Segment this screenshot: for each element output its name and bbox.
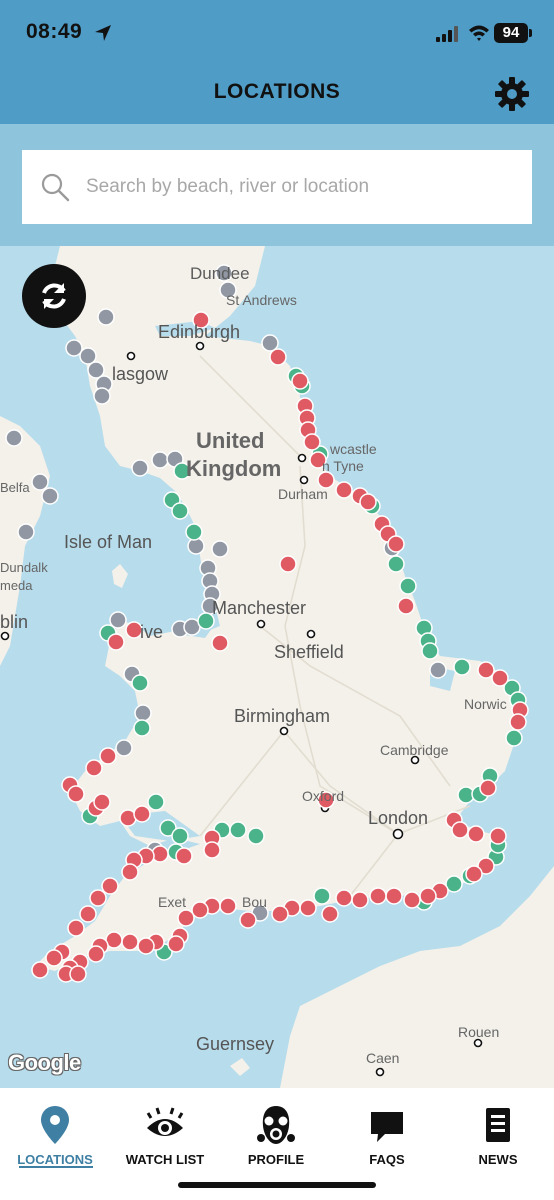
nav-label: FAQS <box>369 1152 405 1167</box>
label-sheffield: Sheffield <box>274 642 344 662</box>
wifi-icon <box>469 25 489 41</box>
battery-indicator: 94 <box>494 23 532 43</box>
label-guernsey: Guernsey <box>196 1034 275 1054</box>
nav-watch-list[interactable]: WATCH LIST <box>110 1088 220 1178</box>
gas-mask-icon <box>257 1106 295 1144</box>
nav-profile[interactable]: PROFILE <box>221 1088 331 1178</box>
search-input[interactable] <box>86 176 516 198</box>
signal-icon <box>436 26 458 42</box>
status-bar: 08:49 94 <box>0 0 554 60</box>
gear-icon[interactable] <box>494 76 530 112</box>
label-isle-of-man: Isle of Man <box>64 532 153 552</box>
label-united: United <box>196 428 265 453</box>
eye-icon <box>146 1107 184 1136</box>
page-title: LOCATIONS <box>213 80 341 103</box>
label-dundee: Dundee <box>190 264 250 283</box>
nav-label: PROFILE <box>247 1152 305 1167</box>
map-pin-icon <box>41 1106 69 1144</box>
label-norwich: Norwic <box>464 696 507 712</box>
label-st-andrews: St Andrews <box>226 292 297 308</box>
nav-locations[interactable]: LOCATIONS <box>0 1088 110 1178</box>
label-dundalk: Dundalk <box>0 560 48 575</box>
google-attribution: Google <box>8 1050 81 1075</box>
label-belfast: Belfa <box>0 480 30 495</box>
label-oxford: Oxford <box>302 788 345 804</box>
label-birmingham: Birmingham <box>234 706 331 726</box>
label-durham: Durham <box>278 486 328 502</box>
app-header: 08:49 94 LOCATIONS <box>0 0 554 124</box>
label-exeter: Exet <box>158 894 187 910</box>
nav-label: LOCATIONS <box>17 1152 93 1167</box>
nav-label: NEWS <box>478 1152 518 1167</box>
label-edinburgh: Edinburgh <box>158 322 241 342</box>
refresh-icon <box>42 283 66 309</box>
label-glasgow: lasgow <box>112 364 169 384</box>
label-bournemouth: Bou <box>242 894 267 910</box>
label-meda: meda <box>0 578 33 593</box>
refresh-button[interactable] <box>22 264 86 328</box>
search-bar[interactable] <box>22 150 532 224</box>
nav-faqs[interactable]: FAQS <box>332 1088 442 1178</box>
nav-news[interactable]: NEWS <box>443 1088 553 1178</box>
label-caen: Caen <box>366 1050 400 1066</box>
map-canvas <box>0 246 554 1088</box>
label-newcastle: wcastle <box>330 441 377 457</box>
speech-bubble-icon <box>371 1112 403 1142</box>
label-liverpool: ive <box>140 622 164 642</box>
label-cambridge: Cambridge <box>380 742 449 758</box>
home-indicator <box>178 1182 376 1188</box>
label-rouen: Rouen <box>458 1024 500 1040</box>
label-kingdom: Kingdom <box>186 456 282 481</box>
label-dublin: blin <box>0 612 29 632</box>
map-view[interactable]: Dundee St Andrews Edinburgh lasgow Unite… <box>0 246 554 1088</box>
location-arrow-icon <box>95 25 111 41</box>
label-tyne: n Tyne <box>322 458 364 474</box>
document-icon <box>486 1108 510 1142</box>
search-icon <box>41 173 70 202</box>
status-time: 08:49 <box>26 20 83 43</box>
active-tab-indicator <box>19 1166 93 1168</box>
label-london: London <box>368 808 429 828</box>
label-manchester: Manchester <box>212 598 307 618</box>
nav-label: WATCH LIST <box>125 1152 205 1167</box>
